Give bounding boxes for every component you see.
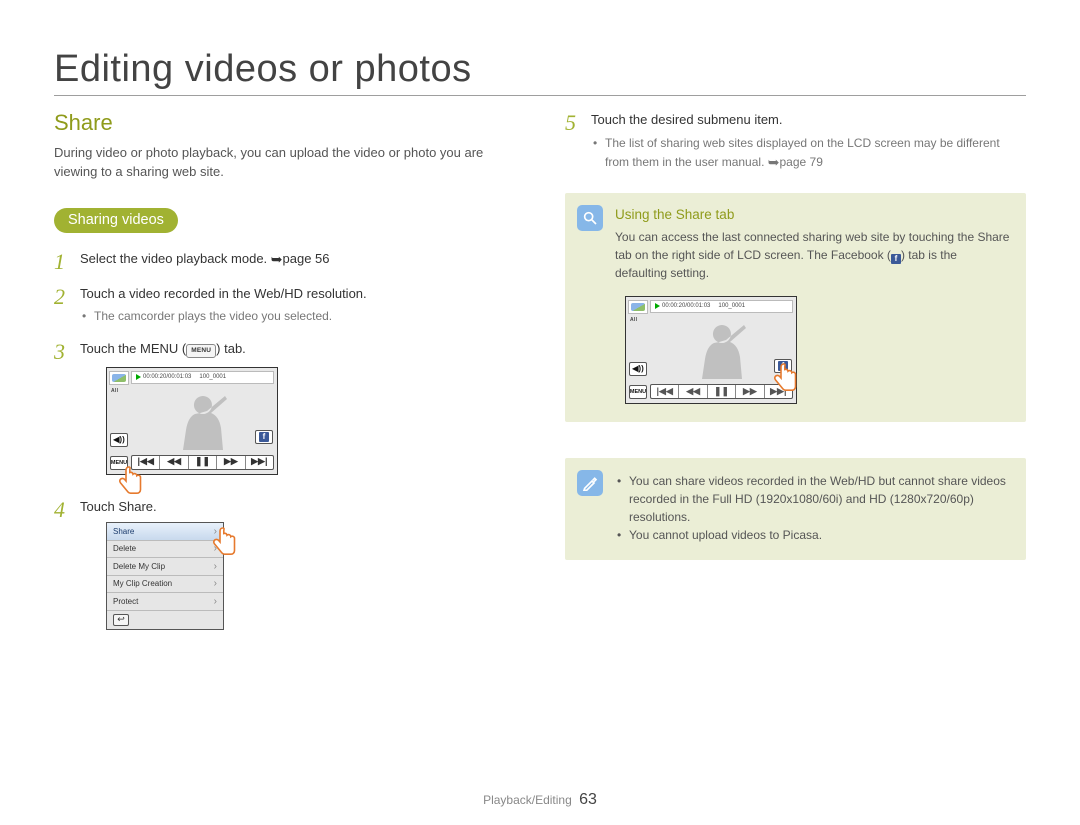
step-4-bold: Share xyxy=(118,499,153,514)
step-4: Touch Share. Share› Delete› Delete My Cl… xyxy=(54,497,515,630)
share-tab-facebook: f xyxy=(255,430,273,444)
page-footer: Playback/Editing 63 xyxy=(0,791,1080,809)
note-badge-icon xyxy=(577,470,603,496)
rewind-icon: ◀◀ xyxy=(679,385,707,398)
step-1-text: Select the video playback mode. xyxy=(80,251,271,266)
video-frame-silhouette-icon xyxy=(155,386,245,450)
pause-icon: ❚❚ xyxy=(708,385,736,398)
rewind-icon: ◀◀ xyxy=(160,456,188,469)
left-column: Share During video or photo playback, yo… xyxy=(54,110,515,644)
step-1: Select the video playback mode. ➥page 56 xyxy=(54,249,515,270)
steps-list-right: Touch the desired submenu item. The list… xyxy=(565,110,1026,173)
menu-item-my-clip-creation: My Clip Creation › xyxy=(107,576,223,594)
magnifier-badge-icon xyxy=(577,205,603,231)
facebook-icon: f xyxy=(891,254,901,264)
note-item-1: You can share videos recorded in the Web… xyxy=(615,472,1010,526)
lcd-topbar: 00:00:20/00:01:03 100_0001 xyxy=(650,300,793,313)
step-2-text: Touch a video recorded in the Web/HD res… xyxy=(80,286,367,301)
menu-screenshot: Share› Delete› Delete My Clip› My Clip C… xyxy=(106,522,224,630)
lcd-filename: 100_0001 xyxy=(199,371,226,384)
step-5-sub-ref: page 79 xyxy=(779,155,822,169)
play-indicator-icon xyxy=(136,374,141,380)
step-3: Touch the MENU (MENU) tab. 00:00:20/00:0… xyxy=(54,339,515,475)
fast-forward-icon: ▶▶ xyxy=(217,456,245,469)
menu-item-share: Share› xyxy=(107,523,223,541)
intro-text: During video or photo playback, you can … xyxy=(54,144,515,182)
step-5-sub: The list of sharing web sites displayed … xyxy=(591,134,1026,173)
lcd-screenshot-menu: 00:00:20/00:01:03 100_0001 All ◀)) f MEN… xyxy=(106,367,278,475)
lcd-all-label: All xyxy=(630,317,637,323)
play-indicator-icon xyxy=(655,303,660,309)
step-5: Touch the desired submenu item. The list… xyxy=(565,110,1026,173)
step-3-pre: Touch the MENU ( xyxy=(80,341,186,356)
page-number: 63 xyxy=(579,791,597,808)
video-frame-silhouette-icon xyxy=(674,315,764,379)
step-4-post: . xyxy=(153,499,157,514)
ref-arrow-icon: ➥ xyxy=(768,154,780,170)
note-item-2: You cannot upload videos to Picasa. xyxy=(615,526,1010,544)
menu-item-label: Share xyxy=(113,523,134,541)
callout-using-share-tab: Using the Share tab You can access the l… xyxy=(565,193,1026,422)
menu-item-delete-my-clip: Delete My Clip› xyxy=(107,558,223,576)
prev-track-icon: |◀◀ xyxy=(651,385,679,398)
thumbnail-badge-icon xyxy=(109,371,129,385)
speaker-button-icon: ◀)) xyxy=(110,433,128,447)
section-title-share: Share xyxy=(54,110,515,136)
lcd-screenshot-share-tab: 00:00:20/00:01:03 100_0001 All ◀)) f MEN… xyxy=(625,296,797,404)
lcd-transport-bar: |◀◀ ◀◀ ❚❚ ▶▶ ▶▶| xyxy=(131,455,274,470)
menu-back-row: ↩ xyxy=(107,611,223,629)
fast-forward-icon: ▶▶ xyxy=(736,385,764,398)
steps-list: Select the video playback mode. ➥page 56… xyxy=(54,249,515,630)
menu-tab-chip: MENU xyxy=(186,344,216,358)
menu-item-label: My Clip Creation xyxy=(113,575,172,593)
page-title: Editing videos or photos xyxy=(54,48,1026,91)
ref-arrow-icon: ➥ xyxy=(271,251,283,267)
lcd-timecode: 00:00:20/00:01:03 xyxy=(143,371,191,384)
lcd-all-label: All xyxy=(111,388,118,396)
chevron-right-icon: › xyxy=(214,575,217,593)
step-2-sub: The camcorder plays the video you select… xyxy=(80,307,515,325)
callout-note: You can share videos recorded in the Web… xyxy=(565,458,1026,560)
touch-hand-icon xyxy=(768,355,802,399)
pill-sharing-videos: Sharing videos xyxy=(54,208,178,233)
menu-item-label: Protect xyxy=(113,593,138,611)
pause-icon: ❚❚ xyxy=(189,456,217,469)
lcd-timecode: 00:00:20/00:01:03 xyxy=(662,300,710,313)
touch-hand-icon xyxy=(113,458,147,502)
step-4-pre: Touch xyxy=(80,499,118,514)
thumbnail-badge-icon xyxy=(628,300,648,314)
chevron-right-icon: › xyxy=(214,593,217,611)
menu-tab-button: MENU xyxy=(629,385,647,399)
menu-item-label: Delete xyxy=(113,540,136,558)
step-1-ref: page 56 xyxy=(283,251,330,266)
title-rule xyxy=(54,95,1026,96)
menu-item-delete: Delete› xyxy=(107,541,223,559)
callout-title: Using the Share tab xyxy=(615,207,1010,222)
right-column: Touch the desired submenu item. The list… xyxy=(565,110,1026,644)
footer-section: Playback/Editing xyxy=(483,793,572,807)
callout-body: You can access the last connected sharin… xyxy=(615,228,1010,282)
lcd-topbar: 00:00:20/00:01:03 100_0001 xyxy=(131,371,274,384)
facebook-icon: f xyxy=(259,432,269,442)
touch-hand-icon xyxy=(207,519,241,563)
step-5-text: Touch the desired submenu item. xyxy=(591,112,783,127)
lcd-filename: 100_0001 xyxy=(718,300,745,313)
next-track-icon: ▶▶| xyxy=(246,456,273,469)
step-3-post: ) tab. xyxy=(216,341,246,356)
menu-item-protect: Protect › xyxy=(107,593,223,611)
menu-item-label: Delete My Clip xyxy=(113,558,165,576)
speaker-button-icon: ◀)) xyxy=(629,362,647,376)
step-2: Touch a video recorded in the Web/HD res… xyxy=(54,284,515,326)
back-button-icon: ↩ xyxy=(113,614,129,626)
